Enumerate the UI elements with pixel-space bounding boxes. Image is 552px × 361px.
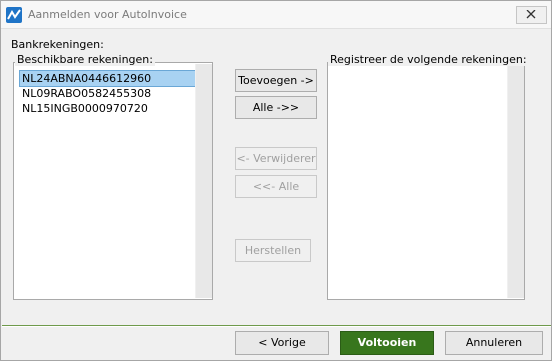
register-accounts-label: Registreer de volgende rekeningen: <box>328 53 529 66</box>
dialog-window: Aanmelden voor AutoInvoice Bankrekeninge… <box>0 0 552 361</box>
list-item[interactable]: NL09RABO0582455308 <box>20 86 153 101</box>
cancel-button[interactable]: Annuleren <box>445 331 543 355</box>
section-label: Bankrekeningen: <box>11 38 104 51</box>
list-item[interactable]: NL24ABNA0446612960 <box>19 70 197 87</box>
available-accounts-list[interactable]: NL24ABNA0446612960 NL09RABO0582455308 NL… <box>13 62 213 300</box>
register-accounts-list[interactable] <box>327 62 525 300</box>
available-accounts-label: Beschikbare rekeningen: <box>15 53 155 66</box>
window-title: Aanmelden voor AutoInvoice <box>28 8 187 21</box>
close-icon <box>526 10 536 19</box>
vertical-scrollbar[interactable] <box>195 64 212 298</box>
autoinvoice-logo-icon <box>6 7 22 23</box>
add-button[interactable]: Toevoegen -> <box>235 69 317 92</box>
title-bar: Aanmelden voor AutoInvoice <box>1 1 551 29</box>
vertical-scrollbar[interactable] <box>507 64 524 298</box>
register-list-body <box>329 64 524 298</box>
remove-button[interactable]: <- Verwijderer <box>235 147 317 170</box>
list-item[interactable]: NL15INGB0000970720 <box>20 101 150 116</box>
footer-divider-highlight <box>2 326 551 327</box>
finish-button[interactable]: Voltooien <box>340 331 434 355</box>
close-button[interactable] <box>516 6 547 24</box>
add-all-button[interactable]: Alle ->> <box>235 96 317 119</box>
back-button[interactable]: < Vorige <box>235 331 329 355</box>
available-list-body: NL24ABNA0446612960 NL09RABO0582455308 NL… <box>15 64 212 298</box>
reset-button[interactable]: Herstellen <box>235 239 311 262</box>
remove-all-button[interactable]: <<- Alle <box>235 175 317 198</box>
